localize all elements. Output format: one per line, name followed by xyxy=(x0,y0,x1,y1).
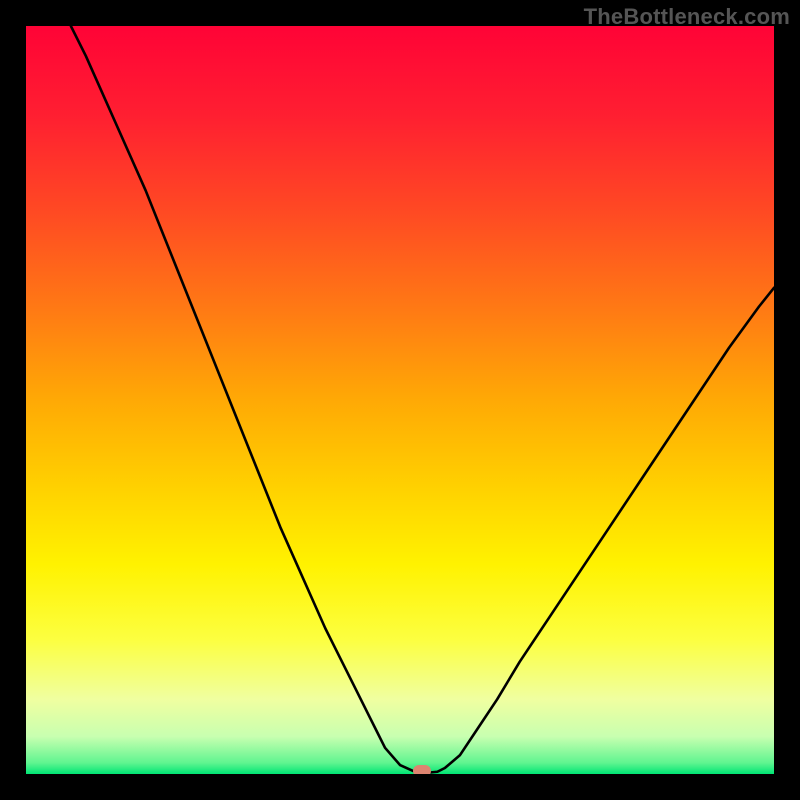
chart-frame: TheBottleneck.com xyxy=(0,0,800,800)
bottleneck-chart-svg xyxy=(26,26,774,774)
plot-area xyxy=(26,26,774,774)
chart-background xyxy=(26,26,774,774)
minimum-marker xyxy=(413,765,431,774)
